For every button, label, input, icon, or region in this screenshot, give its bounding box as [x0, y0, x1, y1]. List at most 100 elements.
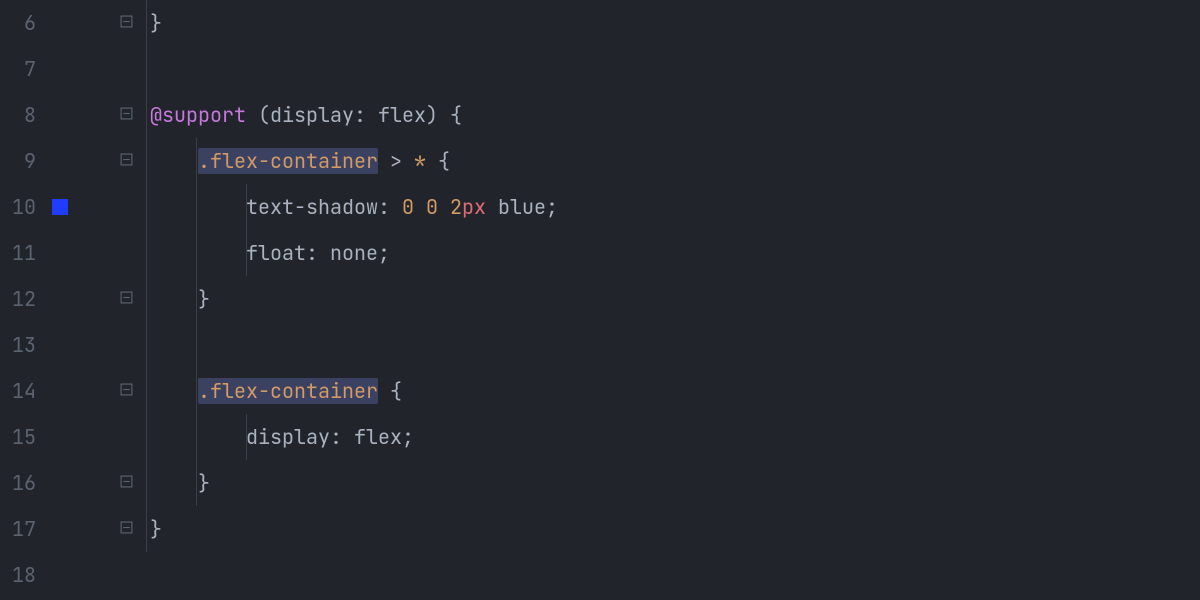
fold-gutter[interactable]: [80, 460, 140, 506]
code-token: display: [246, 424, 330, 450]
code-token: display: [270, 102, 354, 128]
code-line[interactable]: 18: [0, 552, 1200, 598]
code-token: [438, 194, 450, 220]
code-line[interactable]: 11 float: none;: [0, 230, 1200, 276]
fold-gutter[interactable]: [80, 92, 140, 138]
line-number: 12: [0, 286, 42, 312]
code-token: blue: [486, 194, 546, 220]
line-number: 8: [0, 102, 42, 128]
code-token: [150, 240, 246, 266]
code-content[interactable]: [140, 46, 1200, 92]
fold-gutter[interactable]: [80, 414, 140, 460]
code-content[interactable]: text-shadow: 0 0 2px blue;: [140, 184, 1200, 230]
code-token: ): [426, 102, 438, 128]
code-line[interactable]: 8 @support (display: flex) {: [0, 92, 1200, 138]
fold-close-icon[interactable]: [120, 475, 133, 491]
line-number: 16: [0, 470, 42, 496]
code-token: ;: [402, 424, 414, 450]
code-content[interactable]: float: none;: [140, 230, 1200, 276]
line-number: 17: [0, 516, 42, 542]
code-content[interactable]: }: [140, 276, 1200, 322]
code-token: flex: [342, 424, 402, 450]
code-token: [150, 286, 198, 312]
code-content[interactable]: .flex-container {: [140, 368, 1200, 414]
code-line[interactable]: 14 .flex-container {: [0, 368, 1200, 414]
line-number: 18: [0, 562, 42, 588]
code-token: }: [150, 10, 162, 36]
code-content[interactable]: display: flex;: [140, 414, 1200, 460]
code-token: }: [150, 516, 162, 542]
fold-gutter[interactable]: [80, 184, 140, 230]
code-line[interactable]: 12 }: [0, 276, 1200, 322]
fold-gutter[interactable]: [80, 230, 140, 276]
code-content[interactable]: }: [140, 506, 1200, 552]
code-token: :: [378, 194, 390, 220]
code-content[interactable]: }: [140, 0, 1200, 46]
code-content[interactable]: @support (display: flex) {: [140, 92, 1200, 138]
line-number: 15: [0, 424, 42, 450]
code-token: :: [330, 424, 342, 450]
code-token: :: [354, 102, 366, 128]
code-token: flex: [366, 102, 426, 128]
code-token: [414, 194, 426, 220]
code-line[interactable]: 7: [0, 46, 1200, 92]
code-content[interactable]: .flex-container > * {: [140, 138, 1200, 184]
fold-gutter[interactable]: [80, 322, 140, 368]
code-token: *: [414, 148, 426, 174]
code-token: >: [378, 148, 414, 174]
code-token: text-shadow: [246, 194, 378, 220]
fold-gutter[interactable]: [80, 46, 140, 92]
code-editor[interactable]: 6}78@support (display: flex) {9 .flex-co…: [0, 0, 1200, 600]
fold-open-icon[interactable]: [120, 153, 133, 169]
line-number: 10: [0, 194, 42, 220]
fold-gutter[interactable]: [80, 138, 140, 184]
gutter-marker-column[interactable]: [42, 199, 80, 215]
code-token: (: [258, 102, 270, 128]
code-token: .flex-container: [198, 378, 378, 404]
code-token: [150, 424, 246, 450]
code-token: 2: [450, 194, 462, 220]
fold-close-icon[interactable]: [120, 15, 133, 31]
indent-guides: [140, 0, 1200, 46]
code-token: {: [438, 102, 462, 128]
code-line[interactable]: 6}: [0, 0, 1200, 46]
code-token: @support: [150, 102, 258, 128]
indent-guides: [140, 552, 1200, 598]
code-content[interactable]: }: [140, 460, 1200, 506]
code-token: none: [318, 240, 378, 266]
code-content[interactable]: [140, 552, 1200, 598]
code-token: .flex-container: [198, 148, 378, 174]
fold-gutter[interactable]: [80, 506, 140, 552]
code-token: [150, 194, 246, 220]
fold-open-icon[interactable]: [120, 383, 133, 399]
code-content[interactable]: [140, 322, 1200, 368]
indent-guides: [140, 322, 1200, 368]
line-number: 9: [0, 148, 42, 174]
code-token: [150, 148, 198, 174]
line-number: 13: [0, 332, 42, 358]
code-line[interactable]: 13: [0, 322, 1200, 368]
fold-gutter[interactable]: [80, 368, 140, 414]
indent-guides: [140, 506, 1200, 552]
code-line[interactable]: 10 text-shadow: 0 0 2px blue;: [0, 184, 1200, 230]
code-line[interactable]: 9 .flex-container > * {: [0, 138, 1200, 184]
fold-close-icon[interactable]: [120, 291, 133, 307]
code-line[interactable]: 17}: [0, 506, 1200, 552]
fold-gutter[interactable]: [80, 0, 140, 46]
line-number: 14: [0, 378, 42, 404]
gutter-marker-icon[interactable]: [52, 199, 68, 215]
fold-close-icon[interactable]: [120, 521, 133, 537]
code-token: {: [426, 148, 450, 174]
code-token: ;: [546, 194, 558, 220]
code-line[interactable]: 16 }: [0, 460, 1200, 506]
fold-gutter[interactable]: [80, 552, 140, 598]
code-token: [150, 470, 198, 496]
code-line[interactable]: 15 display: flex;: [0, 414, 1200, 460]
fold-gutter[interactable]: [80, 276, 140, 322]
code-token: }: [198, 470, 210, 496]
line-number: 11: [0, 240, 42, 266]
code-token: }: [198, 286, 210, 312]
code-token: :: [306, 240, 318, 266]
code-token: 0: [402, 194, 414, 220]
fold-open-icon[interactable]: [120, 107, 133, 123]
